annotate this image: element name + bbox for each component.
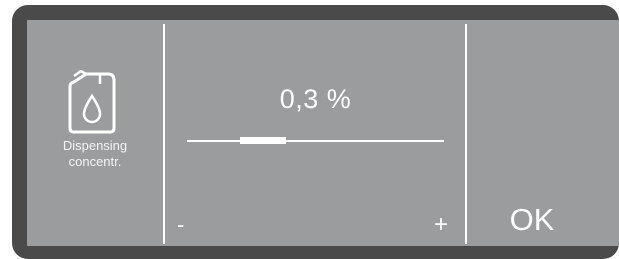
concentration-value: 0,3 % <box>279 84 352 114</box>
divider-left <box>163 24 165 244</box>
display-screen: Dispensing concentr. 0,3 % - + OK <box>27 20 619 246</box>
ok-button[interactable]: OK <box>467 196 597 244</box>
menu-label-line2: concentr. <box>68 154 122 169</box>
decrease-button[interactable]: - <box>177 208 197 242</box>
canister-drop-icon <box>64 69 124 136</box>
slider-track <box>187 140 444 142</box>
concentration-slider[interactable] <box>187 134 444 148</box>
slider-thumb[interactable] <box>240 137 286 144</box>
menu-label: Dispensing concentr. <box>27 138 163 170</box>
menu-label-line1: Dispensing <box>62 138 128 153</box>
increase-button[interactable]: + <box>429 208 453 242</box>
